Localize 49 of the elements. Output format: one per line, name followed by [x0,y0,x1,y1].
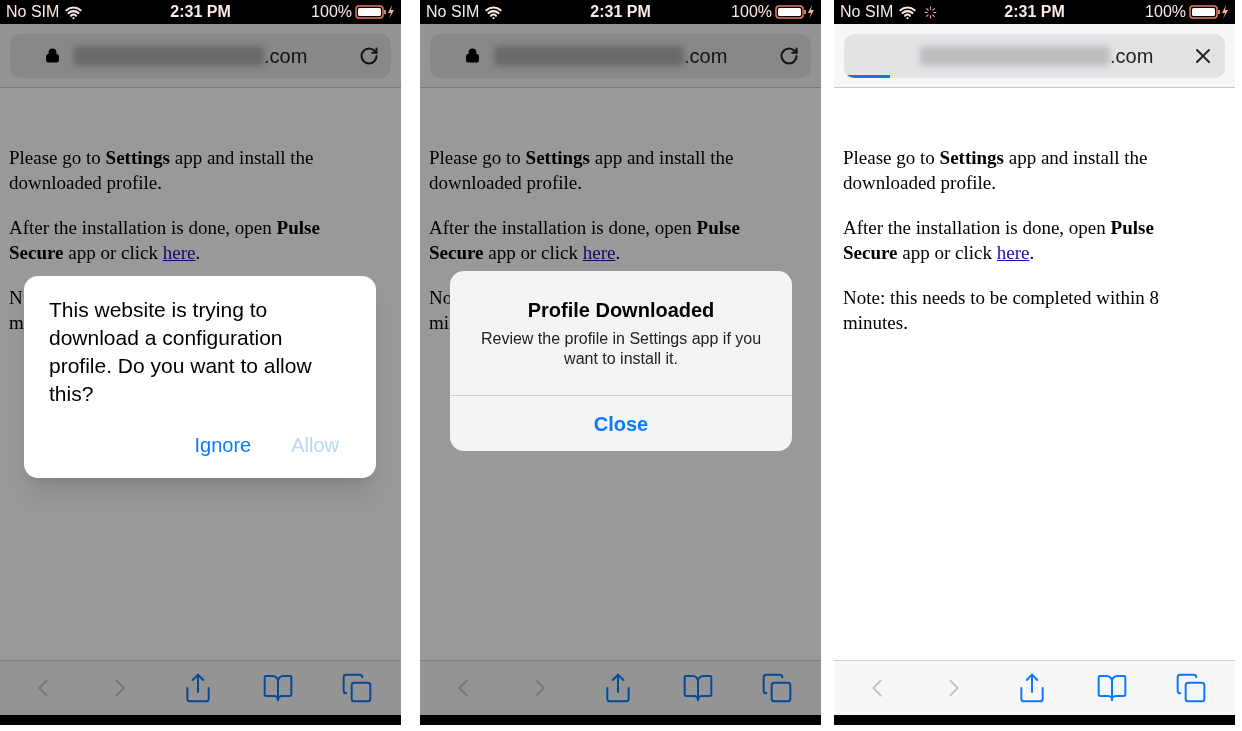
lock-icon [45,48,60,63]
address-field[interactable]: .com [844,33,1225,78]
here-link[interactable]: here [162,242,196,263]
dialog-message: Review the profile in Settings app if you want to install it. [479,329,763,369]
dialog-button[interactable]: Ignore [194,430,252,460]
reload-icon[interactable] [779,45,799,66]
reload-icon[interactable] [359,45,379,66]
battery-percent: 100% [1145,2,1186,22]
dialog-title: Profile Downloaded [527,298,715,323]
book-icon[interactable] [681,672,714,704]
wifi-icon [899,3,917,21]
partial-text: mi [429,311,450,335]
instruction-paragraph: Note: this needs to be completed within 8 minutes. [843,286,1161,335]
wifi-icon [65,3,83,21]
battery-icon [1189,4,1229,20]
time-label: 2:31 PM [590,2,651,22]
partial-text: m [9,311,24,335]
time-label: 2:31 PM [170,2,231,22]
domain-suffix: .com [684,43,728,69]
domain-suffix: .com [264,43,308,69]
book-icon[interactable] [1095,672,1128,704]
address-field[interactable]: .com [10,33,391,78]
battery-icon [775,4,815,20]
battery-percent: 100% [311,2,352,22]
here-link[interactable]: here [996,242,1030,263]
time-label: 2:31 PM [1004,2,1065,22]
tabs-icon[interactable] [341,672,374,704]
dialog-message: This website is trying to download a configuration profile. Do you want to allow this? [49,297,313,407]
partial-text: N [9,286,23,310]
battery-percent: 100% [731,2,772,22]
instruction-paragraph: After the installation is done, open Pulse Secure app or click here. [843,216,1155,265]
instruction-paragraph: Please go to Settings app and install the downloaded profile. [843,146,1149,195]
tabs-icon[interactable] [761,672,794,704]
domain-suffix: .com [1110,43,1154,69]
address-field[interactable]: .com [430,33,811,78]
wifi-icon [485,3,503,21]
instruction-paragraph: After the installation is done, open Pulse Secure app or click here. [9,216,321,265]
battery-icon [355,4,395,20]
instruction-paragraph: After the installation is done, open Pulse Secure app or click here. [429,216,741,265]
carrier-label: No SIM [840,2,894,22]
lock-icon [465,48,480,63]
tabs-icon[interactable] [1175,672,1208,704]
carrier-label: No SIM [426,2,480,22]
here-link[interactable]: here [582,242,616,263]
instruction-paragraph: Please go to Settings app and install the downloaded profile. [9,146,315,195]
instruction-paragraph: Please go to Settings app and install the downloaded profile. [429,146,735,195]
dialog-button[interactable]: Close [450,395,792,451]
book-icon[interactable] [261,672,294,704]
carrier-label: No SIM [6,2,60,22]
